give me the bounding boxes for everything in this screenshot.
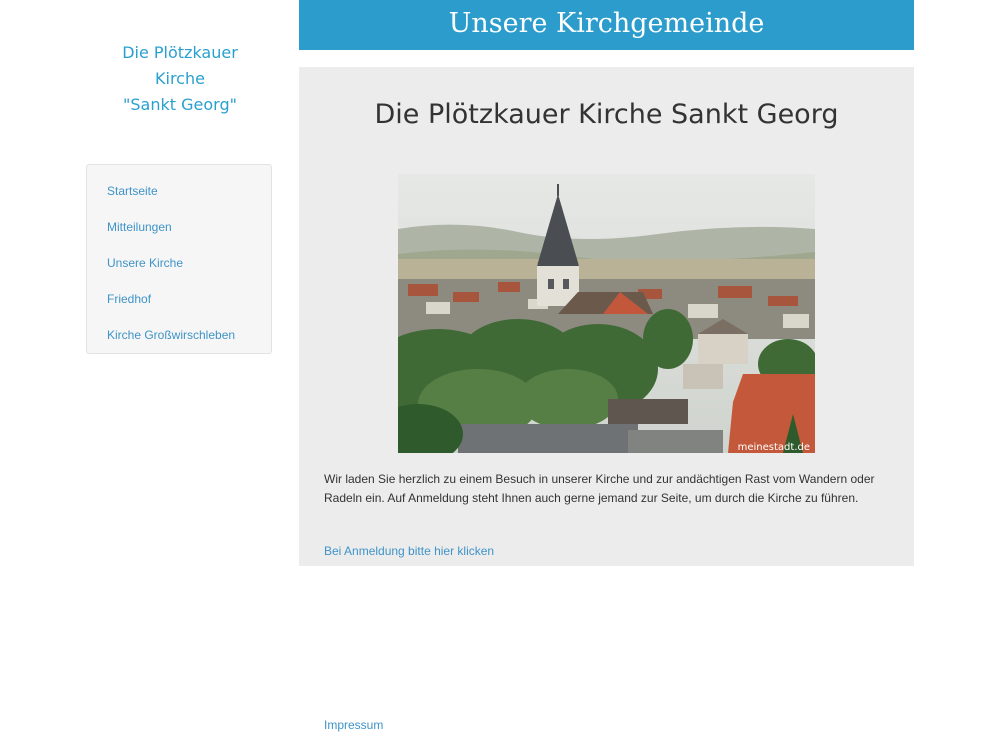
site-title-line-1: Die Plötzkauer — [122, 43, 238, 62]
signup-link[interactable]: Bei Anmeldung bitte hier klicken — [324, 544, 494, 558]
site-title-line-2: Kirche — [155, 69, 205, 88]
page-title: Die Plötzkauer Kirche Sankt Georg — [374, 99, 839, 130]
site-title-line-3: "Sankt Georg" — [123, 95, 237, 114]
church-photo-illustration: meinestadt.de — [398, 174, 815, 453]
header-title: Unsere Kirchgemeinde — [448, 8, 765, 39]
nav-item-friedhof[interactable]: Friedhof — [87, 282, 271, 318]
nav-item-mitteilungen[interactable]: Mitteilungen — [87, 210, 271, 246]
site-title: Die Plötzkauer Kirche "Sankt Georg" — [86, 40, 274, 118]
intro-paragraph: Wir laden Sie herzlich zu einem Besuch i… — [324, 472, 875, 505]
main-content: Die Plötzkauer Kirche Sankt Georg meines… — [299, 67, 914, 566]
impressum-link[interactable]: Impressum — [324, 718, 383, 732]
nav-item-startseite[interactable]: Startseite — [87, 174, 271, 210]
page-header: Unsere Kirchgemeinde — [299, 0, 914, 50]
nav-item-unsere-kirche[interactable]: Unsere Kirche — [87, 246, 271, 282]
sidebar-nav: Startseite Mitteilungen Unsere Kirche Fr… — [86, 164, 272, 354]
church-photo: meinestadt.de — [398, 174, 815, 453]
image-watermark: meinestadt.de — [738, 442, 810, 453]
nav-item-kirche-grosswirschleben[interactable]: Kirche Großwirschleben — [87, 318, 271, 354]
